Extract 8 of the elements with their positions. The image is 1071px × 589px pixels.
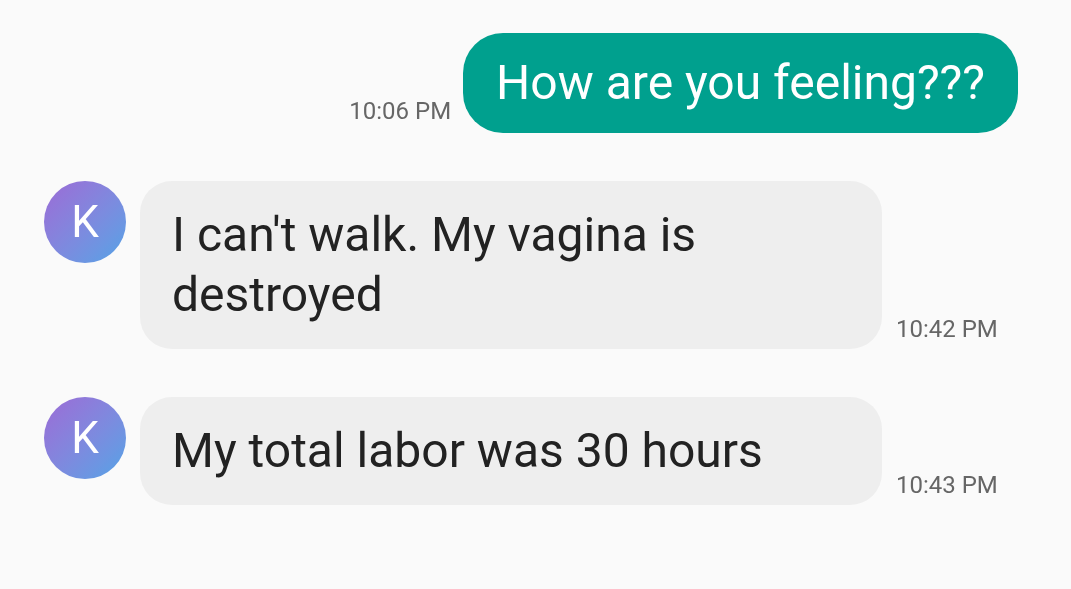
- received-message-bubble: My total labor was 30 hours: [140, 397, 882, 505]
- contact-avatar: K: [44, 397, 126, 479]
- message-time: 10:43 PM: [896, 470, 998, 501]
- received-message-bubble: I can't walk. My vagina is destroyed: [140, 181, 882, 349]
- message-time: 10:42 PM: [896, 314, 998, 345]
- message-time: 10:06 PM: [349, 96, 452, 127]
- contact-avatar: K: [44, 181, 126, 263]
- sent-message-bubble: How are you feeling???: [463, 33, 1018, 133]
